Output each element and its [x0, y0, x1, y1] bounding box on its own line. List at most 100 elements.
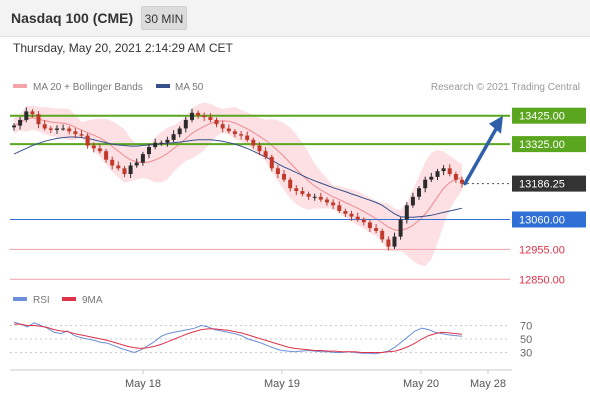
candle-body: [159, 142, 164, 144]
candle-body: [36, 114, 41, 125]
ma50-legend-swatch: [156, 84, 170, 88]
candle-body: [300, 191, 305, 194]
level-label: 13186.25: [519, 179, 565, 191]
candle-body: [30, 111, 35, 115]
candle-body: [263, 151, 268, 157]
credit-text: Research © 2021 Trading Central: [431, 82, 580, 93]
candle-body: [380, 230, 385, 240]
candle-body: [140, 154, 145, 163]
candle-body: [153, 142, 158, 147]
candle-body: [417, 188, 421, 197]
rsi-plot-area: 7050 30: [10, 321, 532, 360]
rsi-tick-label: 50: [520, 334, 532, 346]
candle-body: [386, 239, 391, 247]
candle-body: [288, 179, 293, 189]
candle-body: [404, 205, 409, 220]
candle-body: [214, 119, 219, 125]
candle-body: [282, 174, 286, 180]
candle-body: [134, 162, 139, 166]
candle-body: [110, 159, 115, 166]
candle-body: [147, 147, 151, 155]
candle-body: [48, 128, 53, 130]
level-label: 13325.00: [519, 139, 565, 151]
candle-body: [220, 124, 225, 129]
x-tick-label: May 18: [125, 378, 161, 390]
candle-body: [67, 128, 72, 132]
x-tick-label: May 28: [470, 378, 506, 390]
rsi-tick-label: 30: [520, 348, 532, 360]
candle-body: [196, 112, 201, 116]
candle-body: [337, 205, 342, 211]
candle-body: [257, 145, 262, 152]
candle-body: [269, 156, 274, 169]
x-axis: May 18 May 19 May 20 May 28: [125, 370, 506, 390]
price-chart: MA 20 + Bollinger Bands MA 50 Research ©…: [10, 82, 586, 390]
candle-body: [349, 213, 354, 217]
rsi-line: [13, 321, 463, 355]
candle-body: [245, 135, 250, 140]
ma50-line: [13, 136, 463, 218]
x-tick-label: May 20: [403, 378, 439, 390]
candle-body: [435, 171, 440, 177]
candle-body: [367, 222, 372, 229]
level-label: 12955.00: [519, 244, 565, 256]
candle-body: [392, 236, 397, 247]
candle-body: [55, 128, 59, 130]
candle-body: [85, 135, 90, 146]
candle-body: [441, 168, 446, 172]
candle-body: [91, 145, 96, 149]
candle-body: [361, 219, 366, 223]
candle-body: [79, 134, 84, 136]
candle-body: [312, 196, 317, 198]
candle-body: [190, 112, 194, 120]
candle-body: [429, 176, 434, 180]
candle-body: [18, 119, 23, 126]
candle-body: [104, 151, 109, 160]
rsi-ma-line: [14, 323, 463, 353]
candle-body: [423, 179, 428, 189]
candle-body: [12, 125, 16, 128]
candle-body: [275, 168, 280, 174]
rsi-tick-label: 70: [520, 321, 532, 333]
candle-body: [97, 148, 102, 152]
candle-body: [24, 111, 29, 120]
candle-body: [73, 131, 78, 135]
level-label: 13425.00: [519, 111, 565, 123]
rsi-legend-swatch: [13, 297, 27, 301]
bollinger-legend-label: MA 20 + Bollinger Bands: [33, 82, 143, 93]
level-label: 12850.00: [519, 274, 565, 286]
rsi-ma-legend-swatch: [62, 297, 76, 301]
candle-body: [398, 219, 403, 237]
candle-body: [232, 131, 237, 135]
candle-body: [128, 165, 133, 174]
candle-body: [165, 139, 170, 143]
candle-body: [61, 128, 66, 130]
candle-body: [239, 134, 244, 136]
candle-body: [226, 128, 231, 132]
candle-body: [374, 228, 379, 231]
candle-body: [183, 119, 188, 129]
candle-body: [325, 199, 329, 203]
candle-body: [42, 124, 47, 129]
bollinger-legend-swatch: [13, 84, 27, 88]
candle-body: [410, 196, 415, 206]
candle-body: [355, 216, 360, 220]
main-plot-area: 13425.00 13325.00 13186.25 13060.00 12955.00…: [10, 102, 586, 286]
candle-body: [177, 128, 182, 135]
x-tick-label: May 19: [264, 378, 300, 390]
candle-body: [116, 165, 121, 169]
rsi-ma-legend-label: 9MA: [82, 295, 103, 306]
candle-body: [122, 168, 127, 174]
ma50-legend-label: MA 50: [175, 82, 204, 93]
candle-body: [294, 188, 299, 191]
candle-body: [202, 115, 207, 118]
candle-body: [447, 168, 452, 174]
candle-body: [343, 211, 348, 214]
candle-body: [306, 193, 311, 197]
rsi-legend-label: RSI: [33, 295, 50, 306]
forecast-arrow-shaft: [463, 121, 501, 186]
candle-body: [453, 174, 458, 180]
candle-body: [171, 134, 176, 140]
candle-body: [208, 117, 213, 120]
candle-body: [251, 139, 256, 146]
